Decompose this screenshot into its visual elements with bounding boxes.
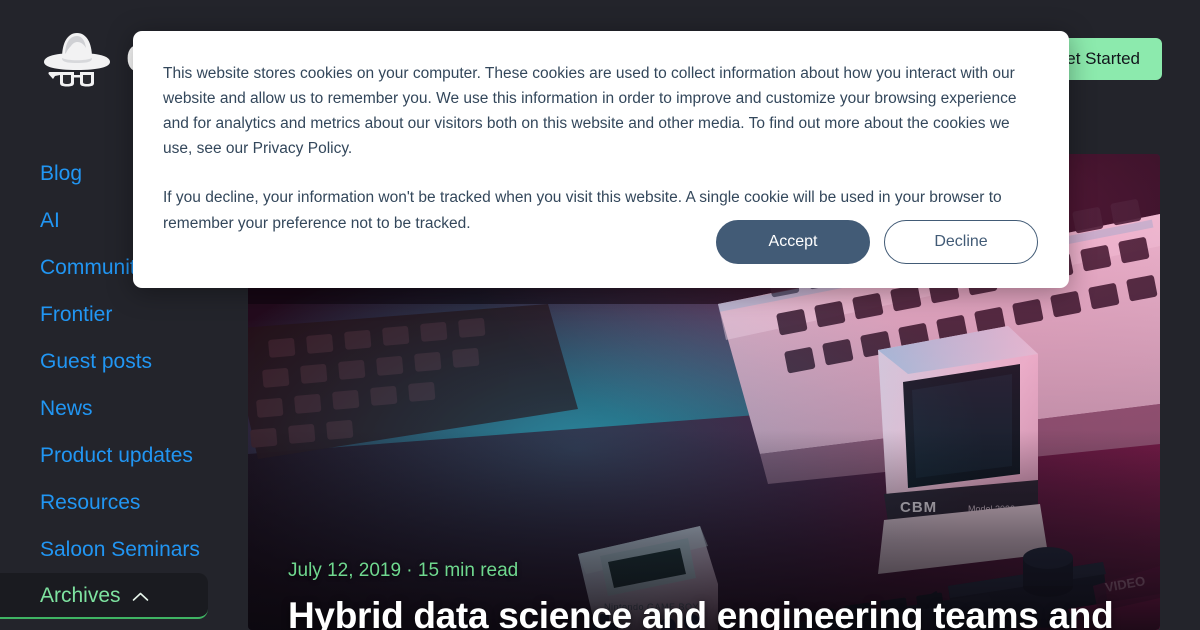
sidebar-item-news[interactable]: News <box>0 385 250 432</box>
article-meta: July 12, 2019 · 15 min read <box>288 560 519 581</box>
sidebar-item-resources[interactable]: Resources <box>0 479 250 526</box>
sidebar-item-guest-posts[interactable]: Guest posts <box>0 338 250 385</box>
hat-sunglasses-icon <box>38 28 116 90</box>
sidebar-item-archives[interactable]: Archives <box>0 573 208 619</box>
page-root: Gretel Get Started Blog AI Community Fro… <box>0 0 1200 630</box>
article-title: Hybrid data science and engineering team… <box>288 594 1114 630</box>
cookie-actions: Accept Decline <box>716 220 1038 264</box>
cookie-paragraph-1: This website stores cookies on your comp… <box>163 65 1017 158</box>
accept-cookies-button[interactable]: Accept <box>716 220 870 264</box>
sidebar-item-saloon-seminars[interactable]: Saloon Seminars <box>0 526 250 573</box>
cookie-consent-dialog: This website stores cookies on your comp… <box>133 31 1069 288</box>
sidebar-item-product-updates[interactable]: Product updates <box>0 432 250 479</box>
chevron-up-icon <box>132 572 149 619</box>
sidebar-item-label: Archives <box>40 583 121 607</box>
decline-cookies-button[interactable]: Decline <box>884 220 1038 264</box>
sidebar-item-frontier[interactable]: Frontier <box>0 291 250 338</box>
